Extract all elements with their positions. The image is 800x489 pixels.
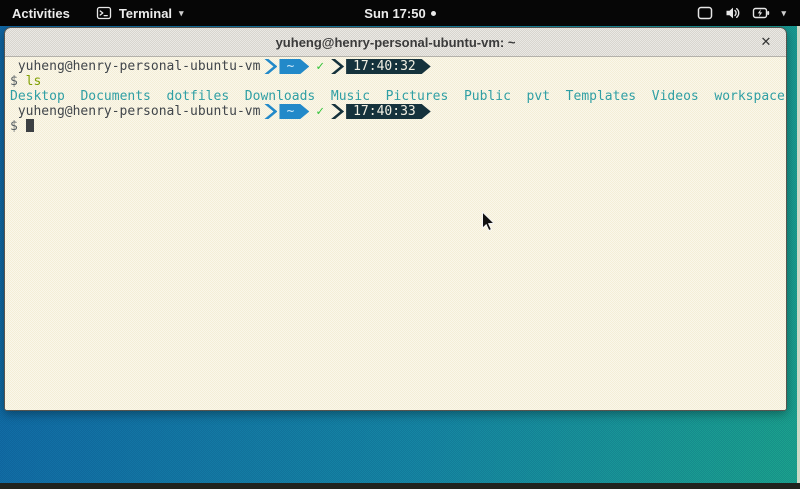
check-icon: ✓: [316, 59, 324, 74]
app-menu-terminal[interactable]: Terminal ▾: [96, 5, 184, 21]
check-icon: ✓: [316, 104, 324, 119]
top-bar: Activities Terminal ▾ Sun 17:50: [0, 0, 800, 26]
prompt-username: yuheng@henry-personal-ubuntu-vm: [10, 104, 260, 119]
directory-item: Desktop: [10, 89, 65, 104]
prompt-line-1: yuheng@henry-personal-ubuntu-vm ~ ✓ 17:4…: [10, 59, 782, 74]
volume-icon: [724, 4, 742, 22]
chevron-down-icon: ▾: [781, 7, 786, 19]
terminal-cursor: [26, 119, 34, 132]
command-line: $ ls: [10, 74, 782, 89]
directory-item: Public: [464, 89, 511, 104]
screen-icon: [696, 4, 714, 22]
terminal-window: yuheng@henry-personal-ubuntu-vm: ~ ✕ yuh…: [4, 27, 787, 411]
prompt-time-segment: 17:40:32: [346, 59, 431, 74]
directory-item: Videos: [652, 89, 699, 104]
input-line[interactable]: $: [10, 119, 782, 134]
directory-item: Music: [331, 89, 370, 104]
directory-item: Pictures: [386, 89, 449, 104]
typed-command: ls: [26, 74, 42, 89]
terminal-content[interactable]: yuheng@henry-personal-ubuntu-vm ~ ✓ 17:4…: [5, 57, 786, 410]
prompt-line-2: yuheng@henry-personal-ubuntu-vm ~ ✓ 17:4…: [10, 104, 782, 119]
prompt-username: yuheng@henry-personal-ubuntu-vm: [10, 59, 260, 74]
window-titlebar[interactable]: yuheng@henry-personal-ubuntu-vm: ~ ✕: [5, 28, 786, 57]
battery-charging-icon: [752, 4, 771, 22]
ls-output: Desktop Documents dotfiles Downloads Music Pi…: [10, 89, 782, 104]
screen-bottom-edge: [0, 483, 800, 489]
powerline-chevron-icon: [331, 59, 344, 74]
directory-item: Documents: [80, 89, 150, 104]
clock[interactable]: Sun 17:50: [364, 6, 425, 21]
directory-item: dotfiles: [167, 89, 230, 104]
prompt-symbol: $: [10, 74, 18, 89]
system-tray[interactable]: ▾: [696, 4, 800, 22]
close-button[interactable]: ✕: [754, 28, 778, 57]
prompt-time-segment: 17:40:33: [346, 104, 431, 119]
notification-dot-icon: [431, 11, 436, 16]
app-menu-label: Terminal: [119, 6, 172, 21]
powerline-chevron-icon: [264, 104, 277, 119]
chevron-down-icon: ▾: [179, 7, 184, 19]
directory-item: pvt: [527, 89, 550, 104]
window-title: yuheng@henry-personal-ubuntu-vm: ~: [276, 35, 516, 50]
prompt-path-segment: ~: [279, 59, 309, 74]
directory-item: Downloads: [245, 89, 315, 104]
activities-button[interactable]: Activities: [12, 6, 70, 21]
directory-item: Templates: [566, 89, 636, 104]
prompt-symbol: $: [10, 119, 18, 134]
terminal-icon: [96, 5, 112, 21]
powerline-chevron-icon: [331, 104, 344, 119]
powerline-chevron-icon: [264, 59, 277, 74]
directory-item: workspace: [714, 89, 784, 104]
prompt-path-segment: ~: [279, 104, 309, 119]
